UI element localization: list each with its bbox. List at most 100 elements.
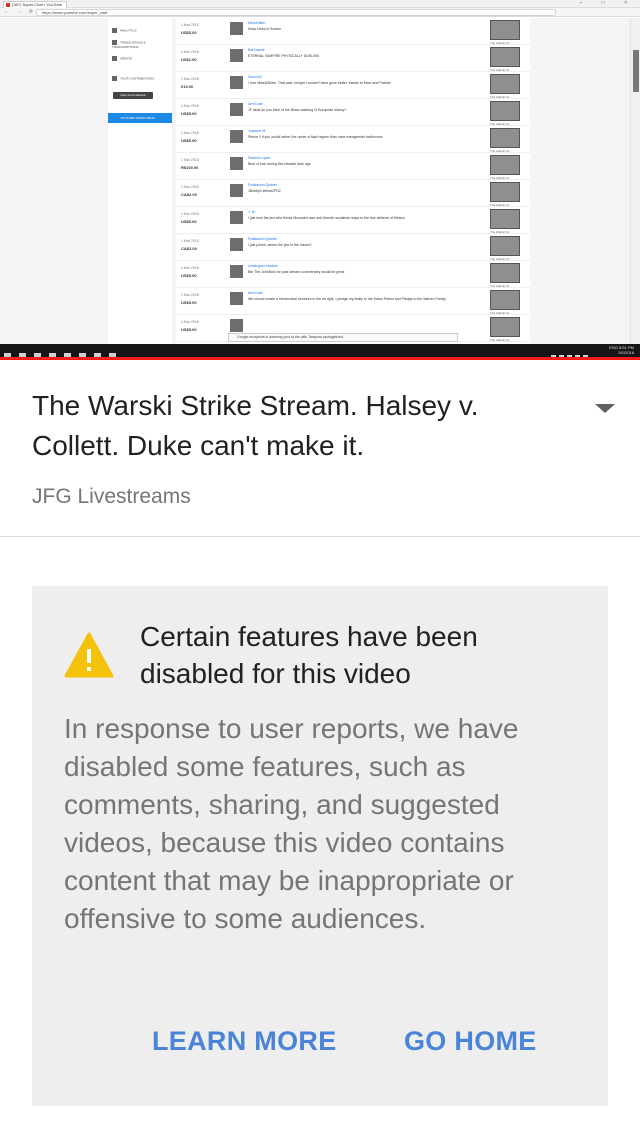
windows-taskbar: ENG 8:51 PM 3/1/2018 [0,344,640,360]
studio-beta-item: YOUTUBE STUDIO BETA [108,113,172,123]
browser-tab: (387) Super Chat • YouTube [3,1,67,8]
video-title: The Warski Strike Stream. Halsey v. Coll… [32,390,479,461]
super-chat-amount: R$100.00 [181,165,199,170]
expand-description-button[interactable] [580,392,630,422]
super-chat-message: I love Mike&Strike. That said, tonight I… [248,81,392,85]
super-chat-message: I just love the jew who thinks Mussolini… [248,216,405,220]
super-chat-row: 1 Mar 2018 US$2.00 Bat Islamé ETERNAL VAMPI… [176,45,530,72]
super-chat-user: J. M. [248,210,256,214]
thumbnail-caption: The Warski St... [490,230,512,234]
super-chat-date: 1 Mar 2018 [181,239,199,243]
super-chat-date: 1 Mar 2018 [181,320,199,324]
youtube-favicon-icon [6,3,10,7]
super-chat-message: Best of luck during this infowek dark ag… [248,162,311,166]
super-chat-date: 1 Mar 2018 [181,293,199,297]
avatar [230,319,243,332]
thumbnail-caption: The Warski St... [490,338,512,342]
super-chat-row: 1 Mar 2018 €10.00 Saxon42 I love Mike&Strik… [176,72,530,99]
avatar [230,238,243,251]
super-chat-row: 1 Mar 2018 US$5.00 ArmCode We should create… [176,288,530,315]
video-thumbnail [490,236,520,256]
super-chat-date: 1 Mar 2018 [181,50,199,54]
super-chat-message: JBobby4 #eliad2PD2 [248,189,281,193]
video-thumbnail [490,182,520,202]
avatar [230,103,243,116]
super-chat-user: Fullstackin Quieter [248,237,277,241]
browser-url: https://www.youtube.com/super_chat [36,9,556,16]
super-chat-row: 1 Mar 2018 US$5.00 Undergrpm Hadron Btb The… [176,261,530,288]
super-chat-row: 1 Mar 2018 R$100.00 Dawhid Lopes Best of lu… [176,153,530,180]
super-chat-message: Keep Deep in Sodom [248,27,282,31]
avatar [230,157,243,170]
super-chat-amount: US$2.00 [181,57,197,62]
scroll-thumb [633,50,639,92]
warning-icon [64,632,114,678]
video-thumbnail [490,20,520,40]
super-chat-user: Undergrpm Hadron [248,264,278,268]
video-thumbnail [490,317,520,337]
thumbnail-caption: The Warski St... [490,311,512,315]
browser-tab-title: (387) Super Chat • YouTube [12,2,62,7]
go-home-button[interactable]: GO HOME [404,1022,537,1060]
super-chat-date: 1 Mar 2018 [181,23,199,27]
sidebar-item: CREATE [112,56,170,66]
super-chat-date: 1 Mar 2018 [181,185,199,189]
super-chat-message: ETERNAL VAMPIRE PHYSICALLY DUELING [248,54,320,58]
learn-more-button[interactable]: LEARN MORE [152,1022,337,1060]
sidebar-item: TRANSLATIONS & TRANSCRIPTIONS [112,40,146,49]
chevron-down-icon [595,404,615,413]
super-chat-amount: US$5.00 [181,219,197,224]
create-icon [112,56,117,61]
thumbnail-caption: The Warski St... [490,284,512,288]
super-chat-user: Saxon42 [248,75,262,79]
divider [0,536,640,537]
super-chat-user: Fullstackin Quieter [248,183,277,187]
super-chat-row: 1 Mar 2018 CA$2.00 Fullstackin Quieter I ju… [176,234,530,261]
browser-title-bar: (387) Super Chat • YouTube – □ × [0,0,640,8]
window-controls: – □ × [579,0,636,6]
thumbnail-caption: The Warski St... [490,68,512,72]
super-chat-message: Pierce !! if you would rather live under… [248,135,383,139]
taskbar-clock: ENG 8:51 PM 3/1/2018 [609,345,634,355]
video-player[interactable]: (387) Super Chat • YouTube – □ × ← → ⟳ ⌂… [0,0,640,360]
notice-heading: Certain features have been disabled for … [140,621,478,689]
super-chat-amount: €10.00 [181,84,194,89]
avatar [230,292,243,305]
super-chat-amount: US$5.00 [181,327,197,332]
thumbnail-caption: The Warski St... [490,203,512,207]
super-chat-message: Btb The JohnBolo for post stream comment… [248,270,345,274]
super-chat-user: ArmCode [248,102,263,106]
video-thumbnail [490,101,520,121]
super-chat-amount: US$5.00 [181,111,197,116]
avatar [230,211,243,224]
super-chat-date: 1 Mar 2018 [181,212,199,216]
super-chat-amount: CA$2.00 [181,192,197,197]
sidebar-item: YOUR CONTRIBUTIONS [112,76,170,86]
super-chat-row: 1 Mar 2018 CA$2.00 Fullstackin Quieter JBob… [176,180,530,207]
channel-name[interactable]: JFG Livestreams [32,483,191,511]
super-chat-user: Bat Islamé [248,48,265,52]
browser-address-bar: ← → ⟳ ⌂ https://www.youtube.com/super_ch… [0,8,640,23]
super-chat-date: 1 Mar 2018 [181,104,199,108]
avatar [230,49,243,62]
thumbnail-caption: The Warski St... [490,257,512,261]
help-feedback-button: Help and feedback [113,92,153,99]
super-chat-date: 1 Mar 2018 [181,158,199,162]
browser-extension-icons [574,10,634,23]
super-chat-amount: CA$2.00 [181,246,197,251]
avatar [230,22,243,35]
avatar [230,76,243,89]
restricted-features-notice: Certain features have been disabled for … [32,586,608,1106]
super-chat-message: JF what do you think of the Black washin… [248,108,347,112]
chat-input: Google.recaptcha is alarming your to the… [228,333,458,342]
thumbnail-caption: The Warski St... [490,176,512,180]
super-chat-date: 1 Mar 2018 [181,266,199,270]
contributions-icon [112,76,117,81]
super-chat-date: 1 Mar 2018 [181,131,199,135]
super-chat-row: 1 Mar 2018 US$5.00 NeonKitten Keep Deep in … [176,18,530,45]
video-thumbnail [490,128,520,148]
thumbnail-caption: The Warski St... [490,41,512,45]
super-chat-message: I just joined, where the jew in the drea… [248,243,312,247]
super-chat-amount: US$5.00 [181,273,197,278]
video-progress-bar[interactable] [0,357,640,360]
